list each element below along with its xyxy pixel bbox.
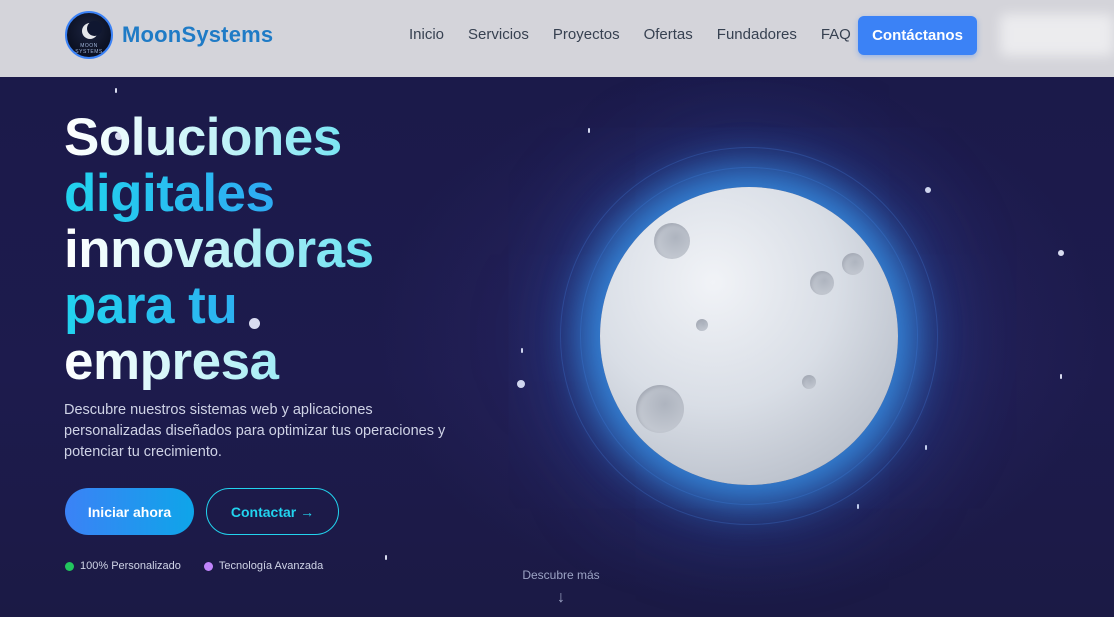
- hero-headline: Soluciones digitales innovadoras para tu…: [64, 110, 484, 390]
- feature-item: 100% Personalizado: [65, 560, 181, 572]
- nav-link-fundadores[interactable]: Fundadores: [717, 26, 797, 43]
- star-decoration: [115, 88, 117, 93]
- star-decoration: [521, 348, 523, 353]
- moon-logo-icon: MOON SYSTEMS: [65, 11, 113, 59]
- start-now-button[interactable]: Iniciar ahora: [65, 488, 194, 535]
- feature-label: Tecnología Avanzada: [218, 560, 324, 572]
- feature-item: Tecnología Avanzada: [203, 560, 324, 572]
- crater: [636, 385, 684, 433]
- crater: [810, 271, 834, 295]
- logo-text: MOON SYSTEMS: [75, 43, 103, 55]
- contact-button[interactable]: Contactar →: [206, 488, 339, 535]
- navbar: MOON SYSTEMS MoonSystems Inicio Servicio…: [0, 0, 1114, 77]
- moon-icon: [600, 187, 898, 485]
- star-decoration: [1058, 250, 1064, 256]
- feature-label: 100% Personalizado: [80, 560, 181, 572]
- nav-link-proyectos[interactable]: Proyectos: [553, 26, 620, 43]
- blurred-nav-element: [1000, 14, 1114, 56]
- scroll-hint[interactable]: Descubre más: [505, 568, 617, 582]
- nav-links: Inicio Servicios Proyectos Ofertas Funda…: [409, 26, 851, 43]
- green-dot-icon: [65, 561, 74, 571]
- hero-subtitle: Descubre nuestros sistemas web y aplicac…: [64, 402, 446, 460]
- star-decoration: [1060, 374, 1062, 379]
- star-decoration: [517, 380, 525, 388]
- nav-link-ofertas[interactable]: Ofertas: [644, 26, 693, 43]
- crater: [842, 253, 864, 275]
- headline-line: para tu: [64, 278, 484, 334]
- headline-line: empresa: [64, 334, 484, 390]
- nav-link-servicios[interactable]: Servicios: [468, 26, 529, 43]
- feature-list: 100% Personalizado Tecnología Avanzada: [65, 560, 346, 572]
- headline-line: digitales: [64, 166, 484, 222]
- crater: [696, 319, 708, 331]
- brand-name: MoonSystems: [122, 22, 274, 47]
- arrow-down-icon[interactable]: ↓: [553, 589, 569, 609]
- moon-illustration: [540, 125, 960, 545]
- nav-link-inicio[interactable]: Inicio: [409, 26, 444, 43]
- star-decoration: [385, 555, 387, 560]
- contact-cta-button[interactable]: Contáctanos: [858, 16, 977, 55]
- crater: [654, 223, 690, 259]
- hero-section: Soluciones digitales innovadoras para tu…: [0, 77, 1114, 617]
- headline-line: innovadoras: [64, 222, 484, 278]
- nav-link-faq[interactable]: FAQ: [821, 26, 851, 43]
- crater: [802, 375, 816, 389]
- headline-line: Soluciones: [64, 110, 484, 166]
- brand-logo-link[interactable]: MOON SYSTEMS MoonSystems: [65, 11, 273, 59]
- purple-dot-icon: [203, 561, 213, 571]
